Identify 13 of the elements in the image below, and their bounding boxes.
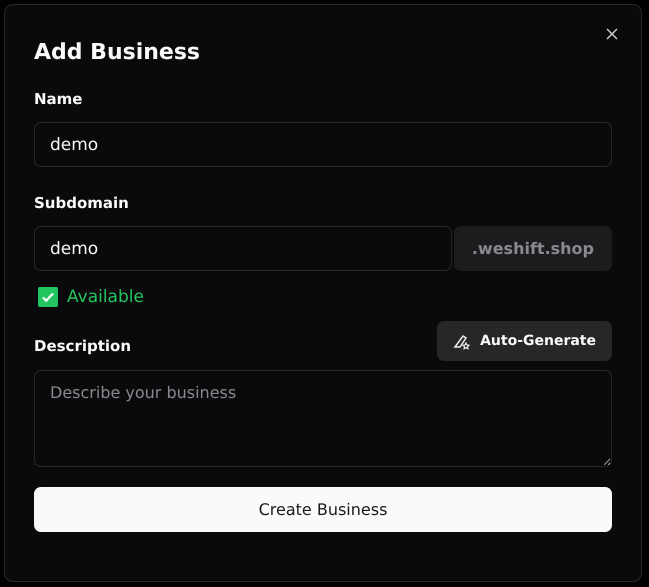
field-label: Description (34, 337, 132, 355)
create-business-button[interactable]: Create Business (34, 487, 612, 532)
auto-generate-button[interactable]: Auto-Generate (437, 321, 612, 361)
domain-suffix: .weshift.shop (454, 226, 612, 271)
status-text: Available (67, 287, 144, 307)
pen-star-icon (453, 332, 472, 350)
field-label: Subdomain (34, 194, 129, 212)
dialog-title: Add Business (34, 39, 202, 67)
input-field[interactable]: demo (34, 122, 612, 167)
text-area[interactable]: Describe your business (34, 370, 612, 467)
input-field[interactable]: demo (34, 226, 452, 271)
close-icon[interactable] (606, 28, 618, 40)
field-label: Name (34, 90, 82, 108)
